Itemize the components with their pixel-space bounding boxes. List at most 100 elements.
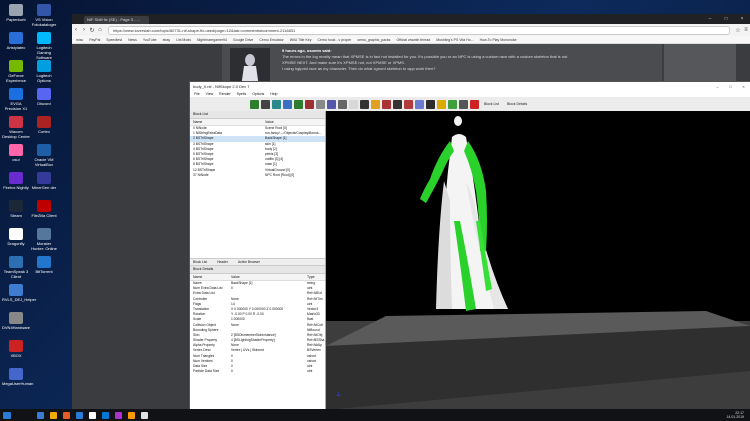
maximize-icon[interactable]: □ xyxy=(724,82,737,91)
desktop-icon[interactable]: Firefox Nightly xyxy=(2,172,30,190)
toolbar-button-icon[interactable] xyxy=(382,99,391,109)
toolbar-button-icon[interactable] xyxy=(459,99,468,109)
toolbar-button-icon[interactable] xyxy=(327,99,336,109)
desktop-icon[interactable]: Cortex xyxy=(30,116,58,134)
desktop-icon[interactable]: Artstylatec xyxy=(2,32,30,50)
column-header[interactable]: Value xyxy=(231,274,307,280)
desktop-icon[interactable]: Oracle VM VirtualBox xyxy=(30,144,58,167)
desktop-icon[interactable]: osu! xyxy=(2,144,30,162)
toolbar-button-icon[interactable] xyxy=(250,99,259,109)
bookmark-item[interactable]: Mushling's PS Vita Ho... xyxy=(436,38,473,42)
taskbar-app-icon[interactable] xyxy=(128,411,135,419)
detail-row[interactable]: Particle Data Size 0 uint xyxy=(190,369,325,374)
taskbar-app-icon[interactable] xyxy=(50,411,57,419)
bookmark-item[interactable]: Official wwwtin thread xyxy=(396,38,430,42)
toolbar-button-icon[interactable] xyxy=(393,99,402,109)
toolbar-button-icon[interactable] xyxy=(294,99,303,109)
column-header[interactable]: Value xyxy=(265,119,325,125)
browser-tab[interactable]: NIF Shift fix (SE) - Page 3 - ... xyxy=(84,16,149,24)
bookmark-item[interactable]: WiiU Title Key xyxy=(290,38,312,42)
bookmark-item[interactable]: How-To Play Mononoke xyxy=(480,38,517,42)
render-viewport[interactable]: ⊥ xyxy=(326,111,750,410)
toolbar-button-icon[interactable] xyxy=(316,99,325,109)
desktop-icon[interactable]: Steam xyxy=(2,200,30,218)
taskbar-app-icon[interactable] xyxy=(37,411,44,419)
forward-arrow-icon[interactable]: › xyxy=(80,27,88,33)
desktop-icon[interactable]: Logitech Options xyxy=(30,60,58,83)
menu-item[interactable]: File xyxy=(194,91,200,97)
desktop-icon[interactable]: Logitech Gaming Software xyxy=(30,32,58,60)
address-bar[interactable]: https://www.loverslab.com/topic/80731-ni… xyxy=(108,25,730,35)
bookmark-item[interactable]: Google Drive xyxy=(233,38,253,42)
bookmark-item[interactable]: ebay xyxy=(163,38,171,42)
taskbar-app-icon[interactable] xyxy=(76,411,83,419)
desktop-icon[interactable]: RVLS_DEJ_Helper xyxy=(2,284,36,302)
close-icon[interactable]: × xyxy=(737,82,750,91)
desktop-icon[interactable]: Discord xyxy=(30,88,58,106)
menu-item[interactable]: Render xyxy=(219,91,230,97)
close-icon[interactable]: × xyxy=(734,14,750,24)
toolbar-button-icon[interactable] xyxy=(426,99,435,109)
reload-icon[interactable]: ↻ xyxy=(88,27,96,34)
bookmark-item[interactable]: cemu_graphic_packs xyxy=(357,38,390,42)
minimize-icon[interactable]: – xyxy=(702,14,718,24)
column-header[interactable]: Name xyxy=(190,274,231,280)
taskbar-app-icon[interactable] xyxy=(141,411,148,419)
star-icon[interactable]: ☆ xyxy=(734,27,742,34)
clock-date[interactable]: 14.01.2019 xyxy=(726,415,744,419)
bookmark-item[interactable]: News xyxy=(128,38,137,42)
toolbar-text-button[interactable]: Block Details xyxy=(504,102,530,106)
desktop-icon[interactable]: EVGA Precision X1 xyxy=(2,88,30,111)
toolbar-button-icon[interactable] xyxy=(470,99,479,109)
toolbar-button-icon[interactable] xyxy=(404,99,413,109)
bookmark-item[interactable]: YouTube xyxy=(143,38,157,42)
minimize-icon[interactable]: – xyxy=(711,82,724,91)
maximize-icon[interactable]: □ xyxy=(718,14,734,24)
column-header[interactable]: Name xyxy=(190,119,265,125)
panel-tab[interactable]: Active Browser xyxy=(238,259,260,265)
toolbar-button-icon[interactable] xyxy=(261,99,270,109)
column-header[interactable]: Type xyxy=(307,274,325,280)
desktop-icon[interactable]: Dragonfly xyxy=(2,228,30,246)
desktop-icon[interactable]: VS Vision Fotokataloger xyxy=(30,4,58,27)
bookmark-item[interactable]: PayPal xyxy=(89,38,100,42)
panel-tab[interactable]: Header xyxy=(217,259,228,265)
toolbar-button-icon[interactable] xyxy=(272,99,281,109)
toolbar-button-icon[interactable] xyxy=(338,99,347,109)
start-icon[interactable] xyxy=(3,411,11,419)
back-arrow-icon[interactable]: ‹ xyxy=(72,27,80,33)
home-icon[interactable]: ⌂ xyxy=(96,27,104,33)
toolbar-button-icon[interactable] xyxy=(448,99,457,109)
bookmark-item[interactable]: Speedtest xyxy=(106,38,122,42)
toolbar-button-icon[interactable] xyxy=(305,99,314,109)
toolbar-button-icon[interactable] xyxy=(415,99,424,109)
taskbar-app-icon[interactable] xyxy=(63,411,70,419)
taskbar-app-icon[interactable] xyxy=(115,411,122,419)
desktop-icon[interactable]: TeamSpeak 3 Client xyxy=(2,256,30,279)
block-list-row[interactable]: 37 NiNode NPC Root [Root] [0] xyxy=(190,173,325,178)
bookmark-item[interactable]: Cemu hook - v proper xyxy=(318,38,352,42)
menu-icon[interactable]: ≡ xyxy=(742,27,750,33)
desktop-icon[interactable]: XBOX xyxy=(2,340,30,358)
panel-tab[interactable]: Block List xyxy=(193,259,207,265)
menu-item[interactable]: View xyxy=(206,91,214,97)
bookmark-item[interactable]: Cemu Emulator xyxy=(259,38,283,42)
desktop-icon[interactable]: MinerGen der xyxy=(30,172,58,190)
desktop-icon[interactable]: Papierkorb xyxy=(2,4,30,22)
desktop-icon[interactable]: BitTorrent xyxy=(30,256,58,274)
taskbar-app-icon[interactable] xyxy=(102,411,109,419)
menu-item[interactable]: Help xyxy=(270,91,277,97)
desktop-icon[interactable]: GeForce Experience xyxy=(2,60,30,83)
desktop-icon[interactable]: DVN4Hardware xyxy=(2,312,30,330)
toolbar-button-icon[interactable] xyxy=(437,99,446,109)
toolbar-button-icon[interactable] xyxy=(349,99,358,109)
desktop-icon[interactable]: FileZilla Client xyxy=(30,200,58,218)
toolbar-text-button[interactable]: Block List xyxy=(481,102,502,106)
bookmark-item[interactable]: misc xyxy=(76,38,83,42)
taskbar-app-icon[interactable] xyxy=(89,411,96,419)
menu-item[interactable]: Options xyxy=(252,91,264,97)
bookmark-item[interactable]: Uni Mods xyxy=(176,38,191,42)
toolbar-button-icon[interactable] xyxy=(283,99,292,109)
toolbar-button-icon[interactable] xyxy=(360,99,369,109)
desktop-icon[interactable]: Monster Hunter: Online xyxy=(30,228,58,251)
